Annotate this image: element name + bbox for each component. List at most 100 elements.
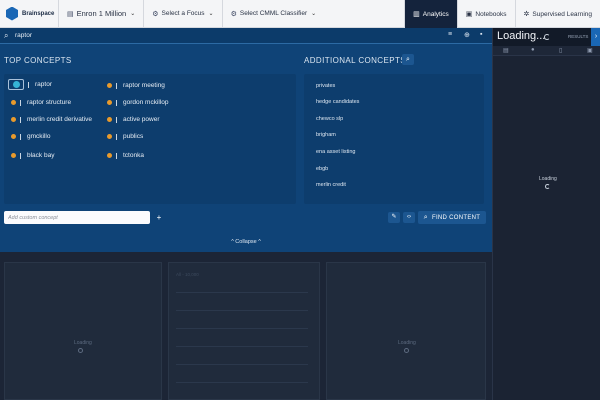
code-icon[interactable]: ‹› — [403, 212, 415, 223]
classifier-icon: ⚙ — [230, 10, 237, 18]
dataset-selector[interactable]: ▤ Enron 1 Million ⌄ — [59, 0, 145, 28]
row-divider — [176, 346, 308, 347]
list-icon[interactable]: ▤ — [503, 47, 509, 54]
weight-bar — [116, 99, 117, 106]
brand-logo[interactable]: Brainspace — [0, 0, 59, 28]
concept-label: merlin credit derivative — [27, 116, 93, 123]
left-column — [4, 262, 162, 400]
search-icon: ⌕ — [423, 213, 428, 221]
additional-concept-item[interactable]: brigham — [316, 132, 336, 138]
target-icon[interactable]: ⊕ — [464, 31, 470, 39]
brainspace-logo-icon — [6, 6, 18, 21]
search-input[interactable]: raptor — [15, 32, 32, 39]
concept-item[interactable]: raptor — [8, 79, 52, 90]
additional-concept-item[interactable]: merlin credit — [316, 182, 346, 188]
row-divider — [176, 310, 308, 311]
tab-notebooks[interactable]: ▣ Notebooks — [456, 0, 515, 28]
tab-supervised-learning[interactable]: ✲ Supervised Learning — [514, 0, 600, 28]
additional-concept-item[interactable]: ebgb — [316, 166, 328, 172]
concept-dot-icon — [107, 100, 112, 105]
weight-bar — [20, 99, 21, 106]
spinner-icon — [545, 184, 550, 189]
weight-bar — [116, 116, 117, 123]
results-label: RESULTS — [568, 34, 589, 39]
concept-label: publics — [123, 133, 144, 140]
collapse-toggle[interactable]: ^ Collapse ^ — [0, 239, 492, 245]
focus-selector[interactable]: ⚙ Select a Focus ⌄ — [144, 0, 223, 28]
focus-icon: ⚙ — [152, 10, 159, 18]
loading-right: Loading — [398, 340, 416, 346]
side-toolbar: ▤ ● ▯ ▣ — [493, 46, 600, 56]
weight-bar — [28, 81, 29, 88]
concept-label: raptor — [35, 81, 52, 88]
concept-item[interactable]: raptor structure — [11, 99, 71, 106]
chevron-down-icon: ⌄ — [311, 11, 317, 17]
concept-item[interactable]: publics — [107, 133, 143, 140]
custom-concept-input[interactable] — [4, 211, 150, 224]
tab-analytics-label: Analytics — [422, 10, 449, 18]
selected-dot-icon — [12, 81, 20, 88]
chevron-down-icon: ⌄ — [208, 11, 214, 17]
concept-item[interactable]: gmckillo — [11, 133, 50, 140]
concept-item[interactable]: gordon mckillop — [107, 99, 169, 106]
additional-concept-item[interactable]: ena asset listing — [316, 149, 355, 155]
top-navigation: Brainspace ▤ Enron 1 Million ⌄ ⚙ Select … — [0, 0, 600, 28]
row-divider — [176, 328, 308, 329]
gear-icon: ✲ — [523, 11, 530, 18]
document-icon[interactable]: ▯ — [559, 47, 562, 54]
concept-dot-icon — [107, 153, 112, 158]
notebook-icon: ▣ — [465, 11, 473, 18]
save-icon[interactable]: ▪ — [480, 31, 482, 38]
dataset-label: Enron 1 Million — [76, 9, 127, 18]
logo-text: Brainspace — [22, 10, 55, 17]
concept-item[interactable]: active power — [107, 116, 160, 123]
select-text: All - 10,000 — [176, 272, 199, 277]
concept-dot-icon — [107, 83, 112, 88]
weight-bar — [20, 152, 21, 159]
concept-label: black bay — [27, 152, 55, 159]
chevron-down-icon: ⌄ — [130, 11, 136, 17]
filter-icon[interactable]: ≡ — [448, 31, 452, 38]
concept-label: gmckillo — [27, 133, 51, 140]
additional-concepts-title: ADDITIONAL CONCEPTS — [304, 56, 406, 65]
additional-concept-item[interactable]: chewco slp — [316, 116, 343, 122]
concept-search-panel: ⌕ raptor ≡ ⊕ ▪ TOP CONCEPTS ADDITIONAL C… — [0, 28, 492, 252]
side-panel-header: Loading... RESULTS › — [493, 28, 600, 46]
selected-toggle[interactable] — [8, 79, 24, 90]
row-divider — [176, 364, 308, 365]
find-content-button[interactable]: ⌕ FIND CONTENT — [418, 211, 486, 224]
concept-item[interactable]: black bay — [11, 152, 54, 159]
concept-item[interactable]: raptor meeting — [107, 82, 165, 89]
classifier-selector[interactable]: ⚙ Select CMML Classifier ⌄ — [223, 0, 325, 28]
concept-item[interactable]: merlin credit derivative — [11, 116, 92, 123]
spinner-icon — [404, 348, 409, 353]
additional-concept-item[interactable]: hedge candidates — [316, 99, 359, 105]
search-bar[interactable]: ⌕ raptor ≡ ⊕ ▪ — [0, 28, 492, 44]
background-content: All - 10,000 Loading Loading — [0, 252, 492, 400]
concept-label: tctonka — [123, 152, 144, 159]
spinner-icon — [78, 348, 83, 353]
concept-label: raptor structure — [27, 99, 72, 106]
classifier-label: Select CMML Classifier — [239, 10, 308, 17]
additional-concept-item[interactable]: privates — [316, 83, 335, 89]
concept-item[interactable]: tctonka — [107, 152, 144, 159]
weight-bar — [20, 116, 21, 123]
center-column — [168, 262, 320, 400]
settings-icon[interactable]: ▣ — [587, 47, 593, 54]
tab-analytics[interactable]: ▥ Analytics — [404, 0, 457, 28]
concept-label: raptor meeting — [123, 82, 165, 89]
concept-dot-icon — [107, 134, 112, 139]
add-concept-button[interactable]: + — [154, 211, 164, 224]
weight-bar — [116, 133, 117, 140]
concept-label: active power — [123, 116, 160, 123]
tab-notebooks-label: Notebooks — [475, 10, 507, 18]
concept-dot-icon — [11, 153, 16, 158]
find-content-label: FIND CONTENT — [431, 214, 481, 221]
additional-search-icon[interactable]: ⌕ — [402, 54, 414, 65]
edit-icon[interactable]: ✎ — [388, 212, 400, 223]
concept-label: gordon mckillop — [123, 99, 169, 106]
row-divider — [176, 382, 308, 383]
comment-icon[interactable]: ● — [531, 47, 535, 53]
chevron-right-icon[interactable]: › — [591, 28, 600, 46]
weight-bar — [116, 82, 117, 89]
